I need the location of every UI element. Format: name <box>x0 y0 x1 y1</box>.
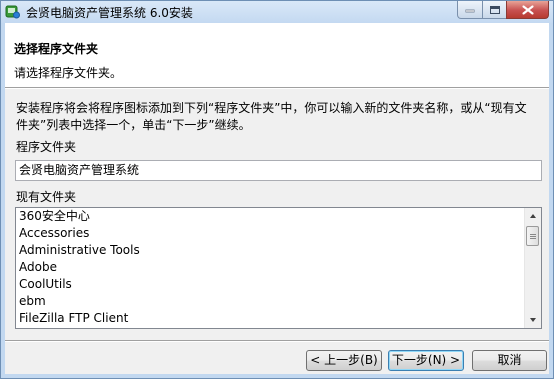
wizard-header: 选择程序文件夹 请选择程序文件夹。 <box>5 23 549 88</box>
program-folder-input[interactable]: 会贤电脑资产管理系统 <box>15 160 542 181</box>
installer-client-area: 选择程序文件夹 请选择程序文件夹。 安装程序将会将程序图标添加到下列“程序文件夹… <box>5 23 549 374</box>
scroll-up-button[interactable] <box>525 208 541 224</box>
existing-folders-list[interactable]: 360安全中心 Accessories Administrative Tools Ad… <box>15 207 542 329</box>
back-button[interactable]: < 上一步(B) <box>306 350 382 371</box>
folder-list-item[interactable]: ebm <box>16 293 524 310</box>
close-icon <box>522 5 533 14</box>
chevron-down-icon <box>530 318 536 322</box>
minimize-icon <box>465 9 475 12</box>
folder-list-item[interactable]: Accessories <box>16 225 524 242</box>
folder-list-item[interactable]: 360安全中心 <box>16 208 524 225</box>
folder-list-item[interactable]: FileZilla FTP Client <box>16 310 524 327</box>
existing-folders-items: 360安全中心 Accessories Administrative Tools Ad… <box>16 208 524 327</box>
installer-window: 会贤电脑资产管理系统 6.0安装 选择程序文件夹 请选择程序文件夹。 安装程序将… <box>0 0 554 379</box>
program-folder-label: 程序文件夹 <box>16 140 77 154</box>
title-bar[interactable]: 会贤电脑资产管理系统 6.0安装 <box>1 1 553 23</box>
maximize-icon <box>489 5 500 14</box>
scroll-thumb[interactable] <box>526 226 539 246</box>
maximize-button[interactable] <box>482 1 507 19</box>
button-separator <box>5 340 549 342</box>
page-subtitle: 请选择程序文件夹。 <box>14 66 123 80</box>
chevron-up-icon <box>530 214 536 218</box>
folder-list-item[interactable]: CoolUtils <box>16 276 524 293</box>
installer-app-icon <box>5 4 20 19</box>
next-button[interactable]: 下一步(N) > <box>388 350 464 371</box>
page-title: 选择程序文件夹 <box>14 42 99 56</box>
existing-folders-label: 现有文件夹 <box>16 190 77 204</box>
folder-list-item[interactable]: Administrative Tools <box>16 242 524 259</box>
instruction-text: 安装程序将会将程序图标添加到下列“程序文件夹”中，你可以输入新的文件夹名称，或从… <box>16 101 527 132</box>
folder-list-item[interactable]: Adobe <box>16 259 524 276</box>
scroll-down-button[interactable] <box>525 312 541 328</box>
vertical-scrollbar[interactable] <box>524 208 541 328</box>
minimize-button[interactable] <box>457 1 483 19</box>
window-title: 会贤电脑资产管理系统 6.0安装 <box>26 6 193 20</box>
close-button[interactable] <box>506 1 549 19</box>
cancel-button[interactable]: 取消 <box>472 350 547 371</box>
header-divider <box>5 88 549 89</box>
